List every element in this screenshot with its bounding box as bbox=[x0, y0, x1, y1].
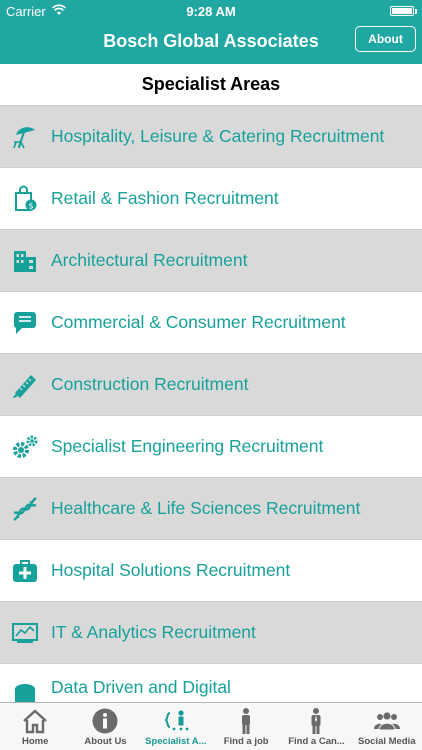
tab-find-a-job[interactable]: Find a job bbox=[211, 703, 281, 750]
tab-label: Social Media bbox=[358, 736, 416, 747]
list-item-label: IT & Analytics Recruitment bbox=[51, 622, 256, 642]
list-item[interactable]: Hospital Solutions Recruitment bbox=[0, 540, 422, 602]
tab-find-a-candidate[interactable]: Find a Can... bbox=[281, 703, 351, 750]
group-icon bbox=[373, 707, 401, 735]
tab-bar: Home About Us Specialist A... Find a job… bbox=[0, 702, 422, 750]
tab-label: Home bbox=[21, 736, 49, 747]
specialist-icon bbox=[162, 707, 190, 735]
list-item-label: Hospital Solutions Recruitment bbox=[51, 560, 291, 580]
svg-text:$: $ bbox=[28, 201, 33, 210]
about-button[interactable]: About bbox=[355, 26, 416, 52]
list-item[interactable]: IT & Analytics Recruitment bbox=[0, 602, 422, 664]
list-item[interactable]: Commercial & Consumer Recruitment bbox=[0, 292, 422, 354]
info-icon bbox=[91, 707, 119, 735]
battery-icon bbox=[390, 6, 417, 16]
dna-icon bbox=[11, 495, 39, 523]
speech-bubble-icon bbox=[11, 309, 39, 337]
medical-kit-icon bbox=[11, 557, 39, 585]
monitor-chart-icon bbox=[11, 619, 39, 647]
list-item-label: Construction Recruitment bbox=[51, 374, 249, 394]
list-item-label: Data Driven and Digital bbox=[51, 677, 231, 697]
status-time: 9:28 AM bbox=[186, 4, 236, 19]
tab-home[interactable]: Home bbox=[0, 703, 70, 750]
list-item[interactable]: Architectural Recruitment bbox=[0, 230, 422, 292]
shopping-bag-icon: $ bbox=[11, 185, 39, 213]
beach-umbrella-icon bbox=[11, 123, 39, 151]
gears-icon bbox=[11, 433, 39, 461]
building-icon bbox=[11, 247, 39, 275]
list-item[interactable]: Hospitality, Leisure & Catering Recruitm… bbox=[0, 106, 422, 168]
tab-about-us[interactable]: About Us bbox=[70, 703, 140, 750]
data-icon bbox=[11, 681, 39, 702]
tab-specialist-areas[interactable]: Specialist A... bbox=[141, 703, 211, 750]
tab-social-media[interactable]: Social Media bbox=[352, 703, 422, 750]
list-item-label: Architectural Recruitment bbox=[51, 250, 248, 270]
list-item[interactable]: Data Driven and Digital bbox=[0, 664, 422, 702]
saw-icon bbox=[11, 371, 39, 399]
list-item-label: Specialist Engineering Recruitment bbox=[51, 436, 324, 456]
list-item-label: Retail & Fashion Recruitment bbox=[51, 188, 279, 208]
home-icon bbox=[21, 707, 49, 735]
list-item[interactable]: Construction Recruitment bbox=[0, 354, 422, 416]
navigation-bar: Carrier 9:28 AM Bosch Global Associates … bbox=[0, 0, 422, 64]
list-item-label: Commercial & Consumer Recruitment bbox=[51, 312, 346, 332]
tab-label: Find a Can... bbox=[288, 736, 345, 747]
list-item[interactable]: Specialist Engineering Recruitment bbox=[0, 416, 422, 478]
list-item-label: Hospitality, Leisure & Catering Recruitm… bbox=[51, 126, 385, 146]
status-bar: Carrier 9:28 AM bbox=[0, 0, 422, 22]
list-item[interactable]: $ Retail & Fashion Recruitment bbox=[0, 168, 422, 230]
tab-label: About Us bbox=[84, 736, 127, 747]
person-icon bbox=[232, 707, 260, 735]
specialist-area-list: Hospitality, Leisure & Catering Recruitm… bbox=[0, 106, 422, 702]
section-title: Specialist Areas bbox=[0, 64, 422, 106]
tab-label: Specialist A... bbox=[145, 736, 207, 747]
list-item-label: Healthcare & Life Sciences Recruitment bbox=[51, 498, 361, 518]
tab-label: Find a job bbox=[223, 736, 269, 747]
person-suit-icon bbox=[302, 707, 330, 735]
list-item[interactable]: Healthcare & Life Sciences Recruitment bbox=[0, 478, 422, 540]
